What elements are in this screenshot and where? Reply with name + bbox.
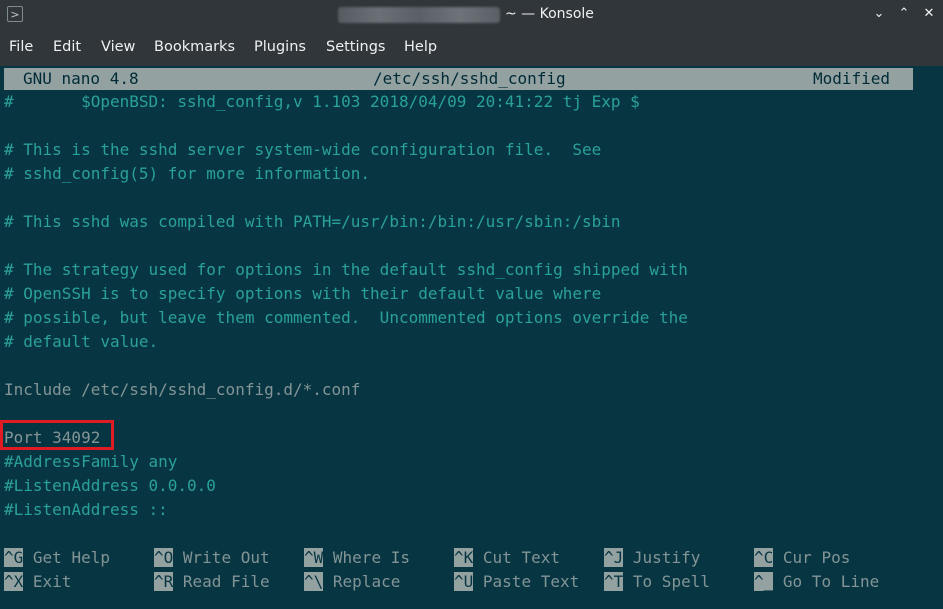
window-titlebar: > ~ — Konsole ⌄ ⌃ ✕ [0,0,943,30]
shortcut-exit[interactable]: ^X Exit [4,570,71,594]
file-line: # This is the sshd server system-wide co… [4,140,602,159]
terminal-area[interactable]: GNU nano 4.8 /etc/ssh/sshd_config Modifi… [0,66,943,609]
file-line: # default value. [4,332,159,351]
file-line: #ListenAddress 0.0.0.0 [4,476,216,495]
shortcut-label: Paste Text [482,572,580,591]
shortcut-get-help[interactable]: ^G Get Help [4,546,110,570]
menu-bar: File Edit View Bookmarks Plugins Setting… [0,30,943,66]
shortcut-replace[interactable]: ^\ Replace [304,570,400,594]
shortcut-label: Replace [332,572,401,591]
shortcut-key: ^C [754,548,774,567]
file-line: # possible, but leave them commented. Un… [4,308,688,327]
port-highlight-box [0,420,114,450]
shortcut-where-is[interactable]: ^W Where Is [304,546,410,570]
shortcut-label: Cur Pos [782,548,851,567]
file-line: # OpenSSH is to specify options with the… [4,284,602,303]
nano-filename: /etc/ssh/sshd_config [373,69,566,88]
window-title: ~ — Konsole [505,6,594,22]
shortcut-label: To Spell [632,572,710,591]
shortcut-label: Get Help [32,548,110,567]
shortcut-key: ^T [604,572,624,591]
close-icon[interactable]: ✕ [918,3,940,25]
terminal-scrollbar[interactable] [918,66,943,609]
shortcut-key: ^R [154,572,174,591]
shortcut-label: Exit [32,572,72,591]
shortcut-key: ^J [604,548,624,567]
nano-header-bar: GNU nano 4.8 /etc/ssh/sshd_config Modifi… [4,68,913,90]
shortcut-key: ^\ [304,572,324,591]
shortcut-cut-text[interactable]: ^K Cut Text [454,546,560,570]
shortcut-label: Justify [632,548,701,567]
shortcut-write-out[interactable]: ^O Write Out [154,546,270,570]
file-line-include: Include /etc/ssh/sshd_config.d/*.conf [4,380,361,399]
shortcut-key: ^U [454,572,474,591]
shortcut-key: ^K [454,548,474,567]
shortcut-label: Go To Line [782,572,880,591]
shortcut-key: ^X [4,572,24,591]
menu-plugins[interactable]: Plugins [254,39,306,55]
shortcut-label: Where Is [332,548,410,567]
shortcut-to-spell[interactable]: ^T To Spell [604,570,710,594]
file-line: # sshd_config(5) for more information. [4,164,371,183]
menu-help[interactable]: Help [404,39,437,55]
shortcut-key: ^G [4,548,24,567]
minimize-icon[interactable]: ⌄ [868,3,890,25]
menu-settings[interactable]: Settings [326,39,385,55]
menu-file[interactable]: File [9,39,33,55]
file-line: # $OpenBSD: sshd_config,v 1.103 2018/04/… [4,92,640,111]
nano-modified-status: Modified [813,69,891,88]
shortcut-justify[interactable]: ^J Justify [604,546,700,570]
shortcut-cur-pos[interactable]: ^C Cur Pos [754,546,850,570]
shortcut-label: Write Out [182,548,270,567]
redacted-hostname [338,7,500,23]
shortcut-key: ^O [154,548,174,567]
shortcut-label: Read File [182,572,270,591]
nano-version: GNU nano 4.8 [23,69,139,88]
terminal-app-icon[interactable]: > [7,6,23,22]
file-line: # The strategy used for options in the d… [4,260,688,279]
shortcut-label: Cut Text [482,548,560,567]
menu-bookmarks[interactable]: Bookmarks [154,39,235,55]
file-line: # This sshd was compiled with PATH=/usr/… [4,212,621,231]
shortcut-read-file[interactable]: ^R Read File [154,570,270,594]
file-line: #ListenAddress :: [4,500,168,519]
menu-edit[interactable]: Edit [53,39,81,55]
shortcut-key: ^W [304,548,324,567]
shortcut-key: ^_ [754,572,774,591]
menu-view[interactable]: View [101,39,135,55]
file-line: #AddressFamily any [4,452,178,471]
shortcut-paste-text[interactable]: ^U Paste Text [454,570,579,594]
maximize-icon[interactable]: ⌃ [893,3,915,25]
shortcut-go-to-line[interactable]: ^_ Go To Line [754,570,879,594]
